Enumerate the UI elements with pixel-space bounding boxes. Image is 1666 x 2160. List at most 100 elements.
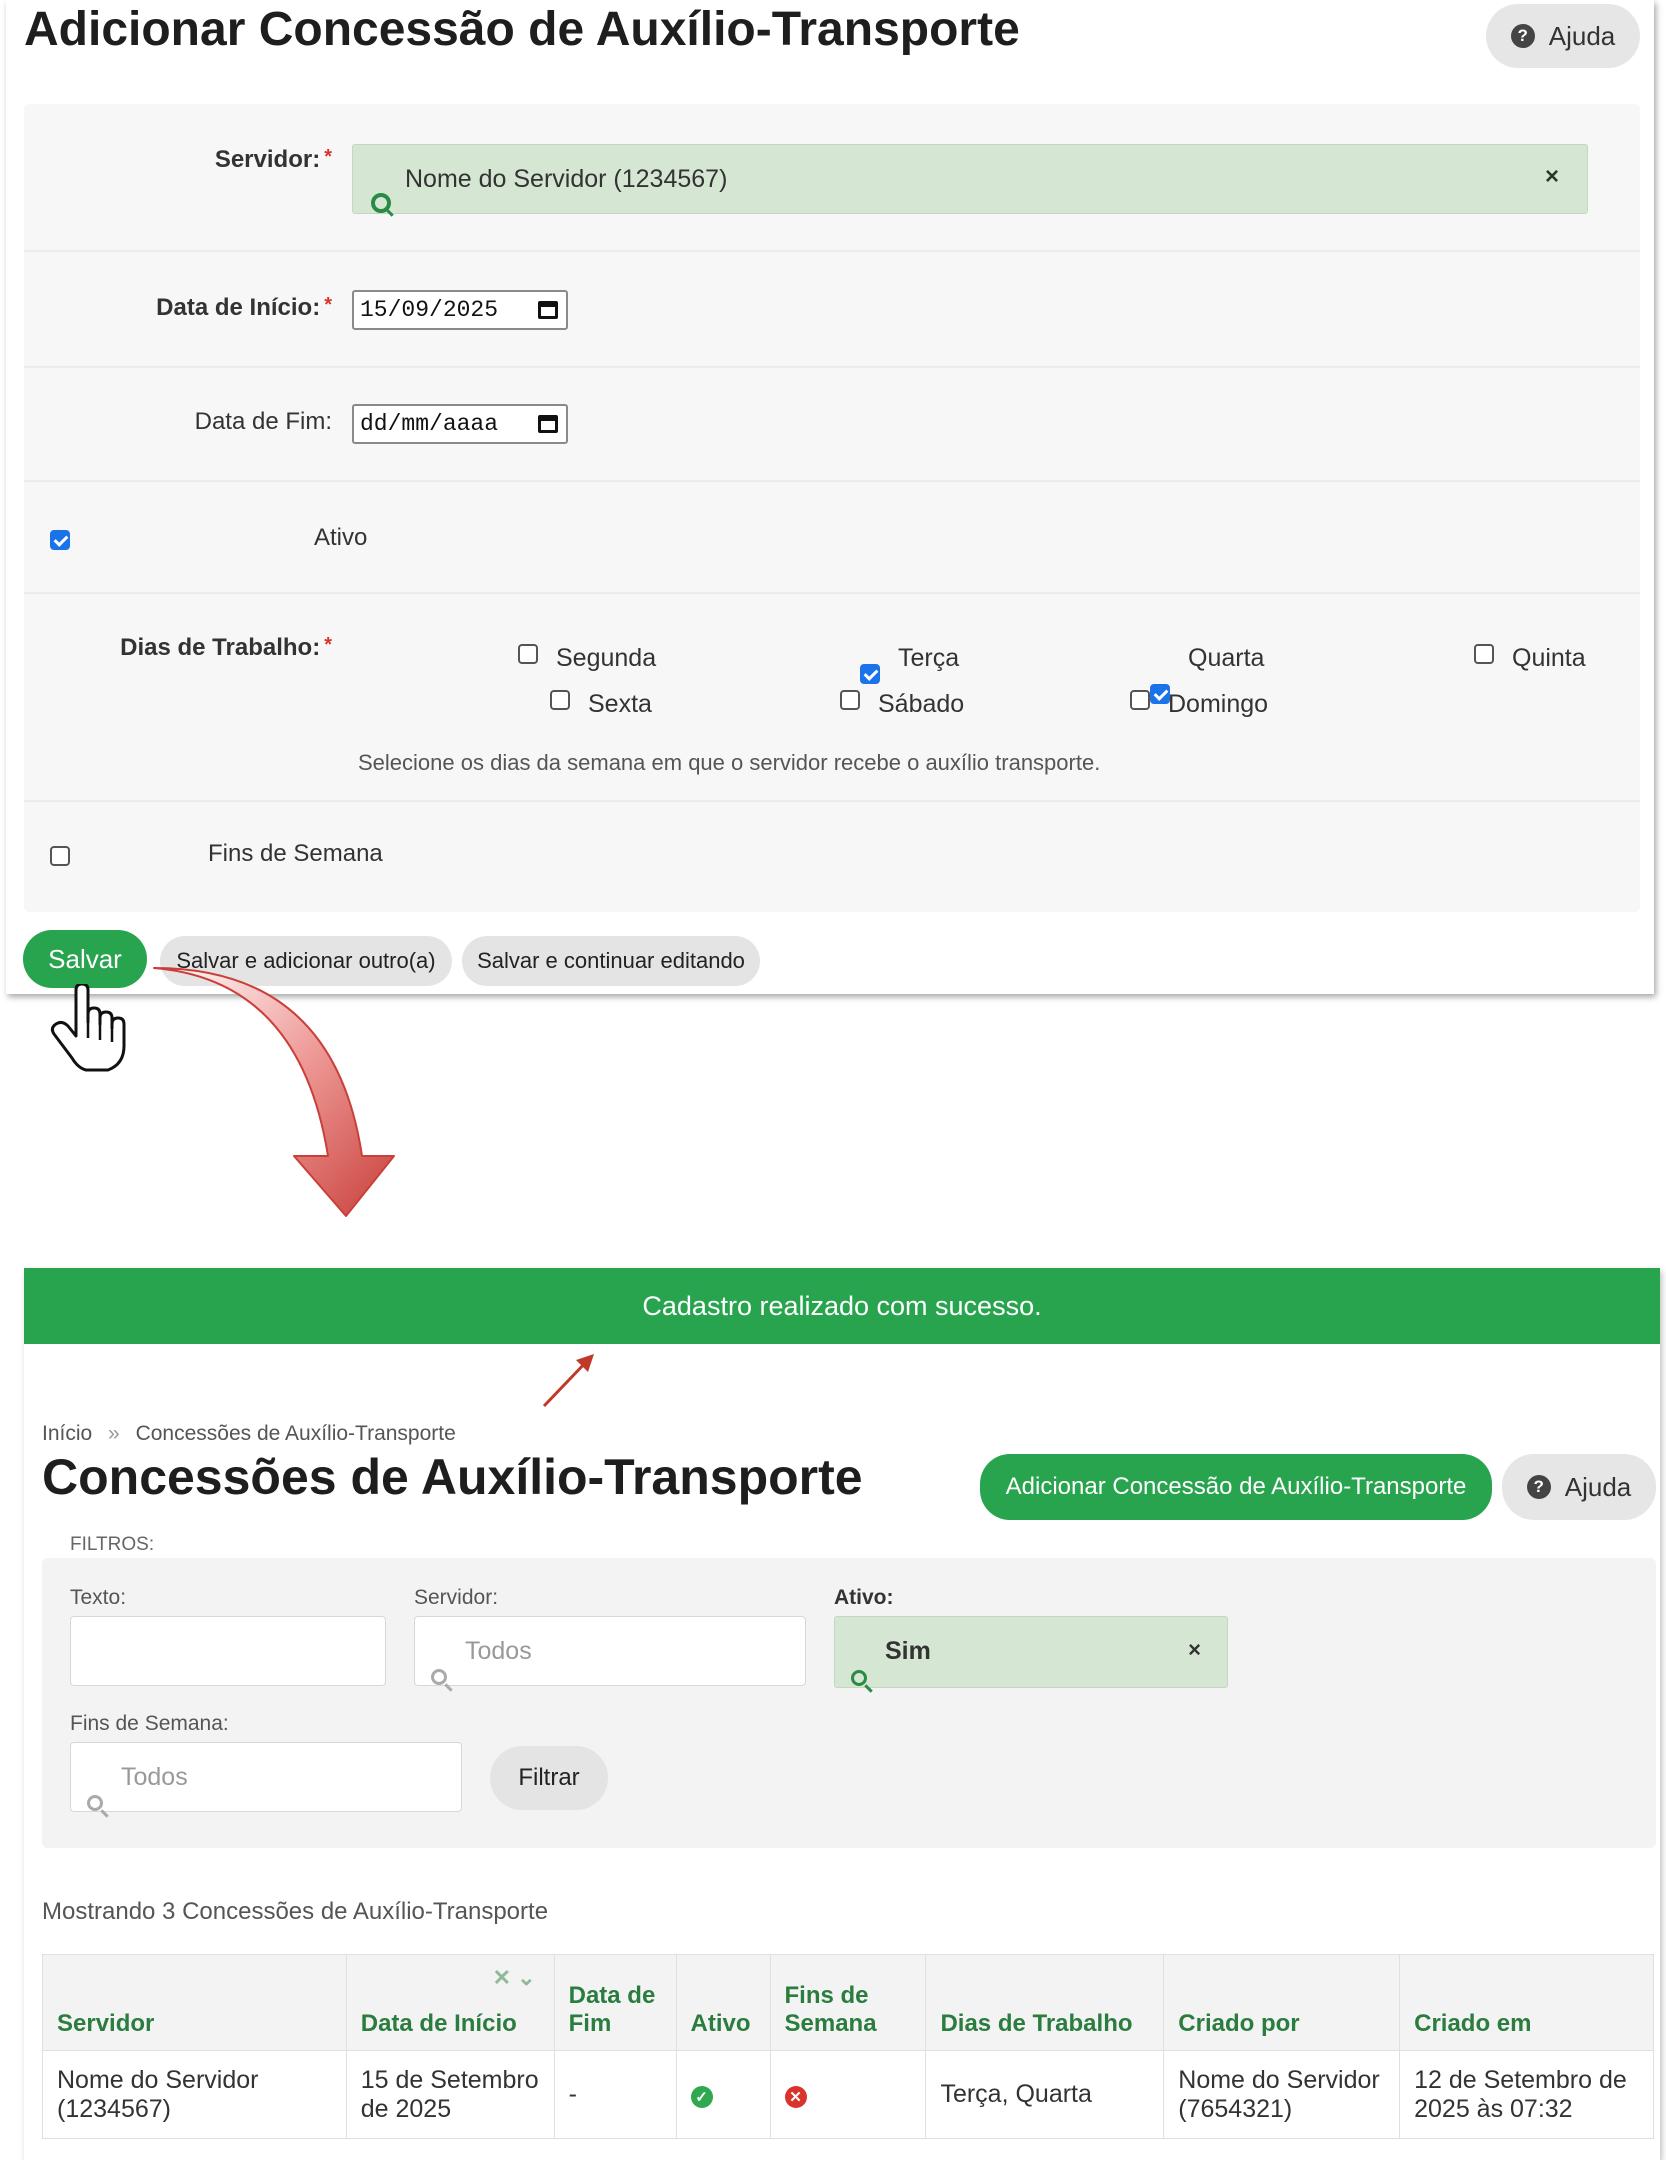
search-icon	[851, 1670, 867, 1686]
day-label-quarta: Quarta	[1188, 644, 1265, 672]
question-icon: ?	[1510, 24, 1535, 48]
data-inicio-value: 15/09/2025	[360, 297, 499, 323]
check-icon: ✓	[690, 2086, 713, 2108]
fins-semana-checkbox[interactable]	[50, 846, 70, 866]
help-button[interactable]: ? Ajuda	[1502, 1454, 1656, 1520]
data-fim-placeholder: dd/mm/aaaa	[360, 411, 499, 437]
day-checkbox-sabado[interactable]	[840, 690, 860, 710]
form-box: Servidor: * Nome do Servidor (1234567) × …	[24, 104, 1640, 912]
pointer-arrow-icon	[542, 1354, 594, 1408]
help-label: Ajuda	[1564, 1471, 1632, 1502]
calendar-icon[interactable]	[538, 301, 558, 319]
filter-ativo-select[interactable]: Sim ×	[834, 1616, 1228, 1688]
day-label-terca: Terça	[898, 644, 960, 672]
cell-criado-em: 12 de Setembro de 2025 às 07:32	[1399, 2050, 1654, 2139]
filter-texto-input[interactable]	[70, 1616, 386, 1686]
filter-fins-label: Fins de Semana:	[70, 1712, 229, 1735]
transition-arrow-icon	[153, 967, 395, 1217]
day-checkbox-quinta[interactable]	[1474, 644, 1494, 664]
data-fim-label: Data de Fim:	[194, 408, 332, 435]
search-icon	[87, 1795, 103, 1811]
col-header-criado-por[interactable]: Criado por	[1163, 1954, 1401, 2051]
breadcrumb-separator: »	[108, 1422, 120, 1445]
servidor-select[interactable]: Nome do Servidor (1234567) ×	[352, 144, 1588, 214]
data-inicio-input[interactable]: 15/09/2025	[352, 290, 568, 330]
filter-ativo-value: Sim	[885, 1637, 931, 1665]
col-header-criado-em[interactable]: Criado em	[1399, 1954, 1654, 2051]
col-header-dias[interactable]: Dias de Trabalho	[925, 1954, 1165, 2051]
cell-criado-por: Nome do Servidor (7654321)	[1163, 2050, 1401, 2139]
data-fim-input[interactable]: dd/mm/aaaa	[352, 404, 568, 444]
close-icon[interactable]: ✕	[493, 1965, 511, 1990]
results-count: Mostrando 3 Concessões de Auxílio-Transp…	[42, 1898, 549, 1925]
page-title: Adicionar Concessão de Auxílio-Transport…	[24, 3, 1020, 56]
required-marker: *	[324, 146, 332, 168]
save-continue-button[interactable]: Salvar e continuar editando	[462, 936, 760, 986]
col-header-data-inicio[interactable]: ✕ ⌄ Data de Início	[345, 1954, 555, 2051]
breadcrumb-home[interactable]: Início	[42, 1422, 92, 1445]
calendar-icon[interactable]	[538, 415, 558, 433]
col-header-servidor[interactable]: Servidor	[42, 1954, 347, 2051]
search-icon	[431, 1669, 447, 1685]
dias-help-text: Selecione os dias da semana em que o ser…	[358, 750, 1101, 775]
divider	[24, 800, 1640, 802]
filter-ativo-label: Ativo:	[834, 1586, 894, 1609]
search-icon	[371, 193, 391, 213]
day-label-sabado: Sábado	[878, 690, 965, 718]
day-checkbox-domingo[interactable]	[1130, 690, 1150, 710]
cell-servidor[interactable]: Nome do Servidor (1234567)	[42, 2050, 347, 2139]
cell-data-inicio: 15 de Setembro de 2025	[345, 2050, 555, 2139]
clear-icon[interactable]: ×	[1188, 1637, 1201, 1663]
day-checkbox-segunda[interactable]	[518, 644, 538, 664]
filter-fins-placeholder: Todos	[121, 1763, 188, 1791]
dias-trabalho-label: Dias de Trabalho: *	[120, 634, 332, 661]
filters-heading: FILTROS:	[70, 1534, 155, 1555]
day-label-sexta: Sexta	[588, 690, 652, 718]
filters-panel: FILTROS: Texto: Servidor: Todos Ativo: S…	[42, 1534, 1656, 1848]
clear-icon[interactable]: ×	[1545, 163, 1559, 191]
day-label-domingo: Domingo	[1168, 690, 1269, 718]
chevron-down-icon[interactable]: ⌄	[517, 1965, 535, 1990]
cell-dias: Terça, Quarta	[925, 2050, 1165, 2139]
question-icon: ?	[1526, 1475, 1551, 1499]
table-row: Nome do Servidor (1234567) 15 de Setembr…	[42, 2050, 1654, 2139]
cell-fins-semana: ✕	[769, 2050, 927, 2139]
fins-semana-label: Fins de Semana	[208, 840, 383, 867]
add-form-panel: Adicionar Concessão de Auxílio-Transport…	[6, 0, 1654, 994]
filter-button[interactable]: Filtrar	[490, 1746, 608, 1810]
ativo-checkbox[interactable]	[50, 530, 70, 550]
cell-ativo: ✓	[675, 2050, 771, 2139]
cell-data-fim: -	[553, 2050, 677, 2139]
filter-texto-label: Texto:	[70, 1586, 127, 1609]
day-checkbox-quarta[interactable]	[1150, 684, 1170, 704]
close-circle-icon: ✕	[784, 2086, 807, 2108]
data-inicio-label: Data de Início: *	[156, 294, 332, 321]
day-checkbox-sexta[interactable]	[550, 690, 570, 710]
divider	[24, 592, 1640, 594]
ativo-label: Ativo	[314, 524, 368, 551]
page-title: Concessões de Auxílio-Transporte	[42, 1449, 863, 1505]
breadcrumb-current: Concessões de Auxílio-Transporte	[135, 1422, 456, 1445]
list-page-panel: Cadastro realizado com sucesso. Início »…	[24, 1268, 1660, 2160]
col-header-data-fim[interactable]: Data de Fim	[553, 1954, 677, 2051]
divider	[24, 366, 1640, 368]
help-button[interactable]: ? Ajuda	[1486, 4, 1640, 68]
help-label: Ajuda	[1548, 20, 1616, 51]
servidor-value: Nome do Servidor (1234567)	[405, 165, 728, 193]
day-checkbox-terca[interactable]	[860, 664, 880, 684]
save-button[interactable]: Salvar	[23, 930, 147, 988]
col-header-ativo[interactable]: Ativo	[675, 1954, 771, 2051]
filter-fins-select[interactable]: Todos	[70, 1742, 462, 1812]
divider	[24, 480, 1640, 482]
filter-servidor-label: Servidor:	[414, 1586, 499, 1609]
results-table: Servidor ✕ ⌄ Data de Início Data de Fim …	[42, 1954, 1654, 2139]
filter-servidor-placeholder: Todos	[465, 1637, 532, 1665]
divider	[24, 250, 1640, 252]
sort-controls[interactable]: ✕ ⌄	[493, 1965, 536, 1991]
day-label-quinta: Quinta	[1512, 644, 1586, 672]
add-concessao-button[interactable]: Adicionar Concessão de Auxílio-Transport…	[980, 1454, 1492, 1520]
filter-servidor-select[interactable]: Todos	[414, 1616, 806, 1686]
breadcrumb: Início » Concessões de Auxílio-Transport…	[42, 1422, 456, 1446]
servidor-label: Servidor: *	[214, 146, 332, 173]
col-header-fins-semana[interactable]: Fins de Semana	[769, 1954, 927, 2051]
